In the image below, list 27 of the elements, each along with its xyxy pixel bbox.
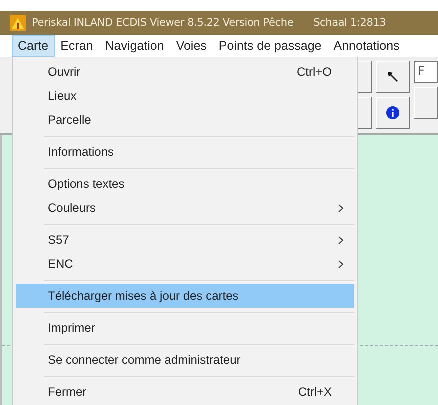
menu-item[interactable]: Annotations [328, 35, 406, 57]
menu-entry[interactable]: Informations [16, 140, 354, 164]
input-field[interactable]: F [414, 61, 438, 83]
menu-item[interactable]: Voies [170, 35, 213, 57]
window-title: Periskal INLAND ECDIS Viewer 8.5.22 Version Pêche [32, 17, 294, 29]
arrow-icon [386, 70, 400, 84]
menu-entry[interactable]: S57 [16, 228, 354, 252]
menu-entry[interactable]: Fermer Ctrl+X [16, 380, 354, 404]
menu-entry[interactable]: Options textes [16, 172, 354, 196]
menu-entry[interactable]: ENC [16, 252, 354, 276]
scale-label: Schaal 1:2813 [314, 17, 386, 29]
pointer-button[interactable] [376, 61, 410, 93]
info-button[interactable] [376, 97, 410, 129]
menu-item[interactable]: Navigation [99, 35, 170, 57]
menu-entry[interactable]: Ouvrir Ctrl+O [16, 60, 354, 84]
menu-entry[interactable]: Parcelle [16, 108, 354, 132]
menu-item[interactable]: Ecran [54, 35, 100, 57]
menu-entry[interactable]: Télécharger mises à jour des cartes [16, 284, 354, 308]
app-icon [10, 15, 26, 31]
menu-item[interactable]: Carte [12, 35, 55, 57]
menu-entry[interactable]: Imprimer [16, 316, 354, 340]
menu-entry[interactable]: Couleurs [16, 196, 354, 220]
toolbar-button[interactable] [414, 87, 438, 119]
menu-item[interactable]: Points de passage [212, 35, 328, 57]
info-icon [386, 106, 400, 120]
menu-entry[interactable]: Se connecter comme administrateur [16, 348, 354, 372]
menu-entry[interactable]: Lieux [16, 84, 354, 108]
